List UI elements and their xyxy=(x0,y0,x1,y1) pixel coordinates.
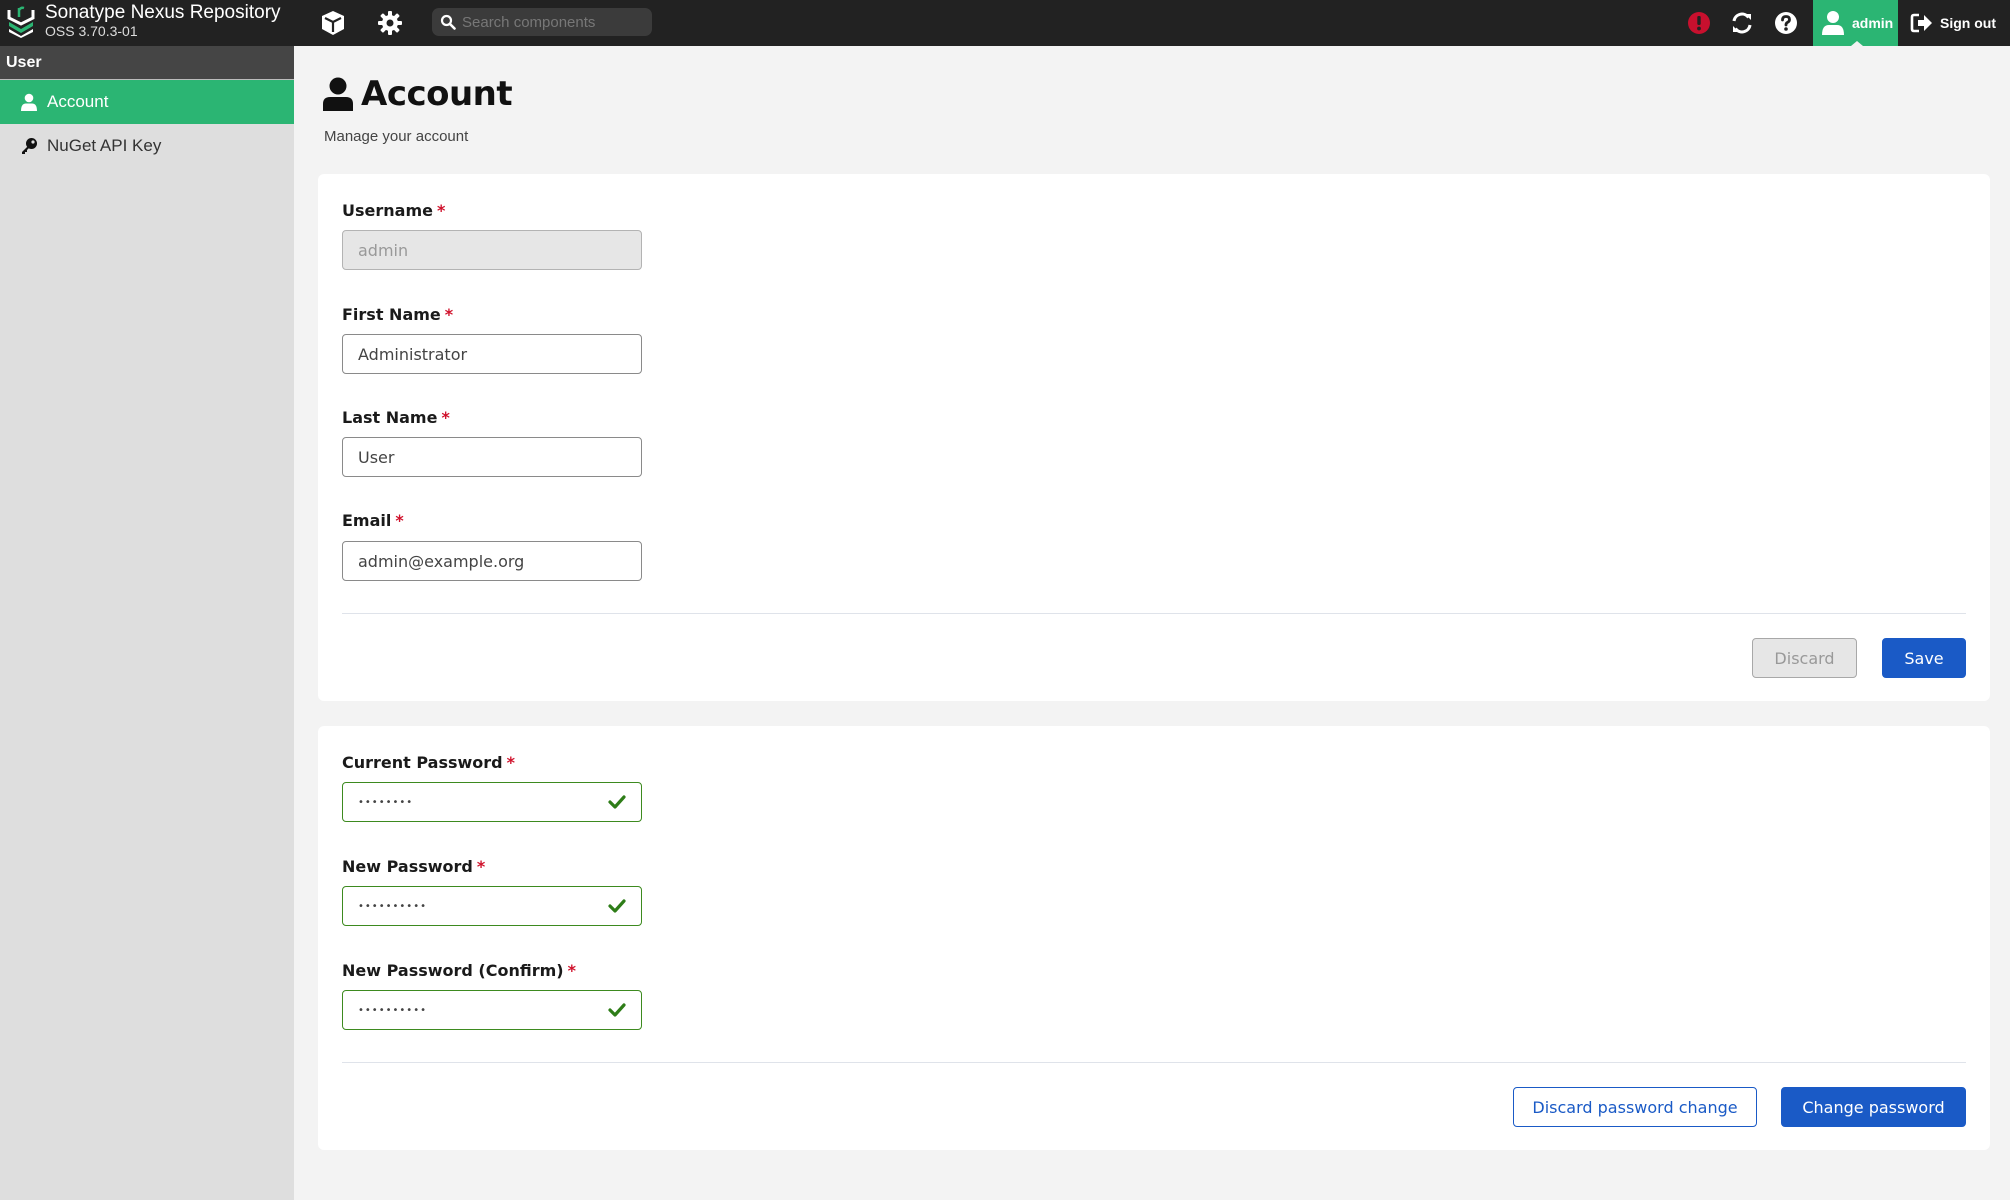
help-icon xyxy=(1775,12,1797,34)
system-alert-button[interactable] xyxy=(1682,6,1716,40)
username-field xyxy=(342,230,642,270)
page-title-text: Account xyxy=(361,74,513,114)
top-bar: Sonatype Nexus Repository OSS 3.70.3-01 xyxy=(0,0,2010,46)
help-button[interactable] xyxy=(1769,6,1803,40)
key-icon xyxy=(20,137,38,155)
new-password-field[interactable] xyxy=(342,886,642,926)
confirm-password-label: New Password (Confirm) * xyxy=(342,961,576,980)
sign-out-icon xyxy=(1910,13,1932,33)
browse-button[interactable] xyxy=(316,6,350,40)
first-name-field[interactable] xyxy=(342,334,642,374)
nexus-logo-icon xyxy=(7,6,35,38)
active-tab-caret xyxy=(1851,41,1863,46)
search-icon xyxy=(440,14,456,30)
sidebar-item-nuget-api-key[interactable]: NuGet API Key xyxy=(0,124,294,168)
change-password-button[interactable]: Change password xyxy=(1781,1087,1966,1127)
sidebar: User Account NuGet API Key xyxy=(0,46,294,1200)
refresh-button[interactable] xyxy=(1725,6,1759,40)
current-password-field[interactable] xyxy=(342,782,642,822)
user-icon xyxy=(20,93,38,111)
new-password-label: New Password * xyxy=(342,857,486,876)
username-label: Username * xyxy=(342,201,446,220)
discard-button[interactable]: Discard xyxy=(1752,638,1857,678)
settings-gear-icon xyxy=(378,11,402,35)
current-password-label: Current Password * xyxy=(342,753,516,772)
page-subtitle: Manage your account xyxy=(324,128,469,145)
sign-out-button[interactable]: Sign out xyxy=(1910,0,1996,46)
app-version: OSS 3.70.3-01 xyxy=(45,23,138,39)
sidebar-item-account[interactable]: Account xyxy=(0,80,294,124)
sidebar-section-title: User xyxy=(0,46,294,80)
app-name: Sonatype Nexus Repository xyxy=(45,2,281,23)
user-icon xyxy=(323,77,353,111)
settings-button[interactable] xyxy=(373,6,407,40)
account-details-card: Username* First Name* Last Name* Email* … xyxy=(318,174,1990,701)
user-account-tab[interactable]: admin xyxy=(1813,0,1898,46)
search-input[interactable] xyxy=(462,13,642,31)
form-divider xyxy=(342,1062,1966,1063)
sidebar-item-label: Account xyxy=(47,92,109,111)
email-field[interactable] xyxy=(342,541,642,581)
confirm-password-field[interactable] xyxy=(342,990,642,1030)
discard-password-change-button[interactable]: Discard password change xyxy=(1513,1087,1757,1127)
current-user-name: admin xyxy=(1852,15,1894,31)
first-name-label: First Name * xyxy=(342,305,454,324)
sign-out-label: Sign out xyxy=(1940,15,1996,31)
page-title: Account xyxy=(323,74,513,114)
search-box[interactable] xyxy=(432,8,652,36)
brand[interactable]: Sonatype Nexus Repository OSS 3.70.3-01 xyxy=(6,3,281,38)
last-name-label: Last Name * xyxy=(342,408,450,427)
browse-cube-icon xyxy=(322,11,344,35)
last-name-field[interactable] xyxy=(342,437,642,477)
save-button[interactable]: Save xyxy=(1882,638,1966,678)
change-password-card: Current Password* New Password* New Pass… xyxy=(318,726,1990,1150)
refresh-icon xyxy=(1732,12,1752,34)
sidebar-item-label: NuGet API Key xyxy=(47,136,162,155)
alert-icon xyxy=(1688,12,1710,34)
user-icon xyxy=(1822,11,1844,35)
form-divider xyxy=(342,613,1966,614)
email-label: Email * xyxy=(342,511,404,530)
